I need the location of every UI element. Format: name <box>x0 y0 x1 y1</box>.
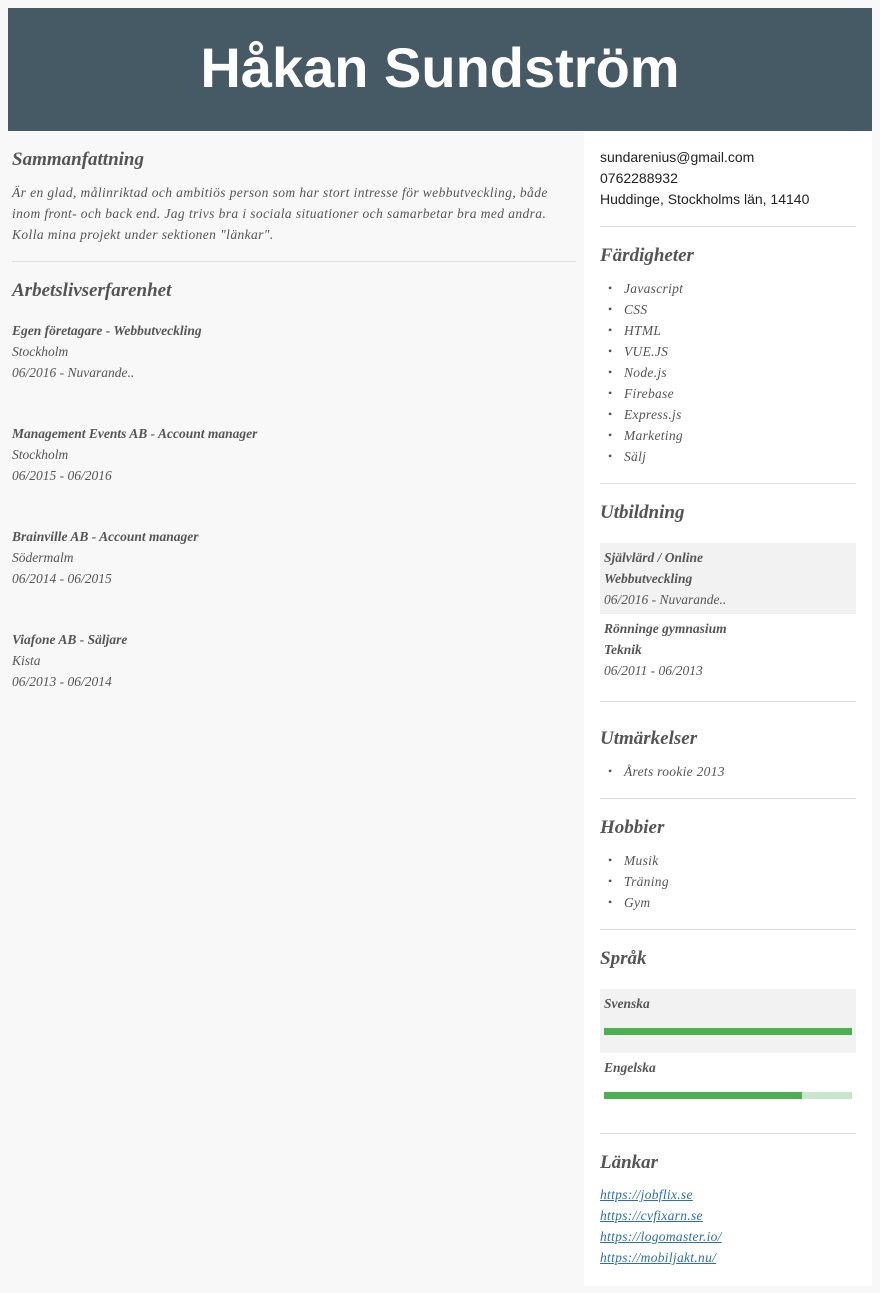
divider <box>12 261 576 262</box>
job-title: Egen företagare - Webbutveckling <box>12 323 202 338</box>
skill-item: Express.js <box>608 404 683 425</box>
skill-item: Javascript <box>608 278 683 299</box>
hobbies-title: Hobbier <box>600 817 665 838</box>
skill-item: Node.js <box>608 362 683 383</box>
language-entry: Svenska <box>600 989 856 1053</box>
sidebar: sundarenius@gmail.com 0762288932 Hudding… <box>584 131 872 1286</box>
skills-title: Färdigheter <box>600 245 694 266</box>
summary-title: Sammanfattning <box>12 149 144 170</box>
job-location: Stockholm <box>12 447 69 462</box>
divider <box>600 483 856 484</box>
education-program: Webbutveckling <box>604 571 693 586</box>
language-level-fill <box>604 1092 803 1099</box>
job-location: Södermalm <box>12 550 74 565</box>
award-item: Årets rookie 2013 <box>608 761 725 782</box>
contact-address: Huddinge, Stockholms län, 14140 <box>600 191 810 207</box>
hobby-item: Gym <box>608 892 669 913</box>
job-period: 06/2014 - 06/2015 <box>12 571 112 586</box>
contact-email: sundarenius@gmail.com <box>600 149 755 165</box>
work-title: Arbetslivserfarenhet <box>12 280 172 301</box>
job-period: 06/2016 - Nuvarande.. <box>12 365 135 380</box>
job-title: Brainville AB - Account manager <box>12 529 199 544</box>
job-entry: Management Events AB - Account manager S… <box>12 423 572 486</box>
job-period: 06/2013 - 06/2014 <box>12 674 112 689</box>
divider <box>600 1133 856 1134</box>
skill-item: CSS <box>608 299 683 320</box>
education-entry: Rönninge gymnasium Teknik 06/2011 - 06/2… <box>600 614 856 685</box>
education-period: 06/2016 - Nuvarande.. <box>604 592 727 607</box>
skill-item: VUE.JS <box>608 341 683 362</box>
language-level-bar <box>604 1028 852 1035</box>
job-title: Viafone AB - Säljare <box>12 632 128 647</box>
job-entry: Egen företagare - Webbutveckling Stockho… <box>12 320 572 383</box>
link-logomaster[interactable]: https://logomaster.io/ <box>600 1226 722 1247</box>
divider <box>600 929 856 930</box>
language-name: Svenska <box>604 996 650 1011</box>
language-entry: Engelska <box>600 1053 856 1117</box>
hobby-item: Musik <box>608 850 669 871</box>
contact-phone: 0762288932 <box>600 170 678 186</box>
job-location: Kista <box>12 653 41 668</box>
link-cvfixarn[interactable]: https://cvfixarn.se <box>600 1205 722 1226</box>
awards-list: Årets rookie 2013 <box>608 761 725 782</box>
language-level-bar <box>604 1092 852 1099</box>
job-entry: Brainville AB - Account manager Södermal… <box>12 526 572 589</box>
divider <box>600 798 856 799</box>
language-name: Engelska <box>604 1060 656 1075</box>
awards-title: Utmärkelser <box>600 728 698 749</box>
page-title: Håkan Sundström <box>200 36 680 99</box>
skill-item: Firebase <box>608 383 683 404</box>
education-entry: Självlärd / Online Webbutveckling 06/201… <box>600 543 856 614</box>
skill-item: HTML <box>608 320 683 341</box>
education-school: Rönninge gymnasium <box>604 621 727 636</box>
hobbies-list: Musik Träning Gym <box>608 850 669 913</box>
education-title: Utbildning <box>600 502 685 523</box>
education-period: 06/2011 - 06/2013 <box>604 663 703 678</box>
job-period: 06/2015 - 06/2016 <box>12 468 112 483</box>
education-program: Teknik <box>604 642 642 657</box>
divider <box>600 701 856 702</box>
link-jobflix[interactable]: https://jobflix.se <box>600 1184 722 1205</box>
skill-item: Sälj <box>608 446 683 467</box>
summary-text: Är en glad, målinriktad och ambitiös per… <box>12 185 548 242</box>
divider <box>600 226 856 227</box>
hobby-item: Träning <box>608 871 669 892</box>
main-column: Sammanfattning Är en glad, målinriktad o… <box>8 131 584 1286</box>
job-title: Management Events AB - Account manager <box>12 426 258 441</box>
links-list: https://jobflix.se https://cvfixarn.se h… <box>600 1184 722 1268</box>
contact-info: sundarenius@gmail.com 0762288932 Hudding… <box>600 147 809 210</box>
education-school: Självlärd / Online <box>604 550 704 565</box>
job-location: Stockholm <box>12 344 69 359</box>
links-title: Länkar <box>600 1152 659 1173</box>
header: Håkan Sundström <box>8 8 872 131</box>
job-entry: Viafone AB - Säljare Kista 06/2013 - 06/… <box>12 629 572 692</box>
skill-item: Marketing <box>608 425 683 446</box>
language-level-fill <box>604 1028 852 1035</box>
skills-list: Javascript CSS HTML VUE.JS Node.js Fireb… <box>608 278 683 467</box>
languages-title: Språk <box>600 948 647 969</box>
link-mobiljakt[interactable]: https://mobiljakt.nu/ <box>600 1247 722 1268</box>
